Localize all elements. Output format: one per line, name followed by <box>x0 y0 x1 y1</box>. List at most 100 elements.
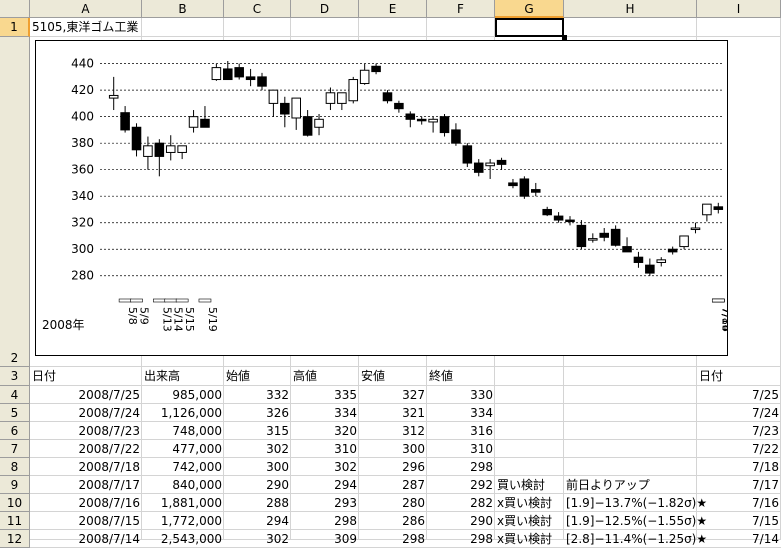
cell-i[interactable]: 7/16 <box>697 494 781 512</box>
cell-g[interactable]: x買い検討 <box>495 530 564 548</box>
candlestick-chart[interactable]: 280 300 320 340 360 380 400 420 440 2008年 5/8 5/9 5/… <box>35 40 732 356</box>
cell-h[interactable]: [1.9]−12.5%(−1.55σ)★ <box>564 512 707 530</box>
cell-close[interactable]: 330 <box>427 386 495 404</box>
header-close[interactable]: 終値 <box>427 367 495 385</box>
cell-g[interactable]: x買い検討 <box>495 512 564 530</box>
cell-open[interactable]: 326 <box>224 404 291 422</box>
cell-low[interactable]: 298 <box>359 530 427 548</box>
cell-low[interactable]: 321 <box>359 404 427 422</box>
row-header-10[interactable]: 10 <box>0 494 30 512</box>
cell-volume[interactable]: 748,000 <box>142 422 224 440</box>
row-header-9[interactable]: 9 <box>0 476 30 494</box>
cell-g[interactable] <box>495 440 564 458</box>
cell-g[interactable]: 買い検討 <box>495 476 564 494</box>
cell-high[interactable]: 310 <box>291 440 359 458</box>
cell-low[interactable]: 300 <box>359 440 427 458</box>
column-header-h[interactable]: H <box>564 0 697 18</box>
row-header-2[interactable]: 2 <box>0 37 30 367</box>
cell-open[interactable]: 332 <box>224 386 291 404</box>
cell-open[interactable]: 290 <box>224 476 291 494</box>
header-volume[interactable]: 出来高 <box>142 367 224 385</box>
cell-date[interactable]: 2008/7/16 <box>30 494 142 512</box>
column-header-e[interactable]: E <box>359 0 427 18</box>
cell-high[interactable]: 320 <box>291 422 359 440</box>
row-header-3[interactable]: 3 <box>0 367 30 386</box>
cell-open[interactable]: 315 <box>224 422 291 440</box>
column-header-f[interactable]: F <box>427 0 495 18</box>
column-header-i[interactable]: I <box>697 0 781 18</box>
cell-open[interactable]: 302 <box>224 440 291 458</box>
cell-volume[interactable]: 2,543,000 <box>142 530 224 548</box>
cell-volume[interactable]: 742,000 <box>142 458 224 476</box>
cell-date[interactable]: 2008/7/25 <box>30 386 142 404</box>
cell-date[interactable]: 2008/7/17 <box>30 476 142 494</box>
cell-open[interactable]: 300 <box>224 458 291 476</box>
header-open[interactable]: 始値 <box>224 367 291 385</box>
column-header-c[interactable]: C <box>224 0 291 18</box>
cell-low[interactable]: 296 <box>359 458 427 476</box>
row-header-1[interactable]: 1 <box>0 18 30 37</box>
cell-i[interactable]: 7/14 <box>697 530 781 548</box>
cell-volume[interactable]: 1,126,000 <box>142 404 224 422</box>
cell-h[interactable]: 前日よりアップ <box>564 476 697 494</box>
cell-h[interactable] <box>564 386 697 404</box>
cell-high[interactable]: 298 <box>291 512 359 530</box>
cell-close[interactable]: 282 <box>427 494 495 512</box>
select-all-corner[interactable] <box>0 0 30 18</box>
cell-i[interactable]: 7/25 <box>697 386 781 404</box>
cell-volume[interactable]: 1,772,000 <box>142 512 224 530</box>
header-high[interactable]: 高値 <box>291 367 359 385</box>
column-header-b[interactable]: B <box>142 0 224 18</box>
column-header-g[interactable]: G <box>495 0 564 18</box>
row-header-7[interactable]: 7 <box>0 440 30 458</box>
header-date[interactable]: 日付 <box>30 367 142 385</box>
cell-g[interactable] <box>495 458 564 476</box>
cell-volume[interactable]: 477,000 <box>142 440 224 458</box>
row-header-8[interactable]: 8 <box>0 458 30 476</box>
cell-high[interactable]: 309 <box>291 530 359 548</box>
cell-i[interactable]: 7/18 <box>697 458 781 476</box>
cell-low[interactable]: 280 <box>359 494 427 512</box>
cell-i[interactable]: 7/15 <box>697 512 781 530</box>
cell-a1[interactable]: 5105,東洋ゴム工業 <box>30 18 230 36</box>
cell-g[interactable] <box>495 404 564 422</box>
cell-high[interactable]: 294 <box>291 476 359 494</box>
cell-open[interactable]: 294 <box>224 512 291 530</box>
cell-h[interactable] <box>564 404 697 422</box>
cell-open[interactable]: 288 <box>224 494 291 512</box>
cell-g[interactable] <box>495 386 564 404</box>
cell-close[interactable]: 316 <box>427 422 495 440</box>
cell-i[interactable]: 7/22 <box>697 440 781 458</box>
cell-close[interactable]: 298 <box>427 530 495 548</box>
row-header-4[interactable]: 4 <box>0 386 30 404</box>
column-header-a[interactable]: A <box>30 0 142 18</box>
cell-date[interactable]: 2008/7/22 <box>30 440 142 458</box>
cell-date[interactable]: 2008/7/23 <box>30 422 142 440</box>
cell-g[interactable] <box>495 422 564 440</box>
cell-close[interactable]: 310 <box>427 440 495 458</box>
cell-h[interactable]: [2.8]−11.4%(−1.25σ)★ <box>564 530 707 548</box>
cell-high[interactable]: 302 <box>291 458 359 476</box>
cell-low[interactable]: 287 <box>359 476 427 494</box>
header-low[interactable]: 安値 <box>359 367 427 385</box>
cell-volume[interactable]: 985,000 <box>142 386 224 404</box>
row-header-5[interactable]: 5 <box>0 404 30 422</box>
cell-i[interactable]: 7/17 <box>697 476 781 494</box>
cell-i[interactable]: 7/24 <box>697 404 781 422</box>
column-header-d[interactable]: D <box>291 0 359 18</box>
cell-volume[interactable]: 840,000 <box>142 476 224 494</box>
cell-low[interactable]: 286 <box>359 512 427 530</box>
cell-close[interactable]: 298 <box>427 458 495 476</box>
cell-high[interactable]: 335 <box>291 386 359 404</box>
cell-h[interactable] <box>564 422 697 440</box>
row-header-6[interactable]: 6 <box>0 422 30 440</box>
cell-high[interactable]: 334 <box>291 404 359 422</box>
cell-h[interactable] <box>564 440 697 458</box>
cell-close[interactable]: 334 <box>427 404 495 422</box>
row-header-12[interactable]: 12 <box>0 530 30 548</box>
cell-low[interactable]: 327 <box>359 386 427 404</box>
cell-date[interactable]: 2008/7/15 <box>30 512 142 530</box>
cell-date[interactable]: 2008/7/24 <box>30 404 142 422</box>
cell-volume[interactable]: 1,881,000 <box>142 494 224 512</box>
cell-open[interactable]: 302 <box>224 530 291 548</box>
